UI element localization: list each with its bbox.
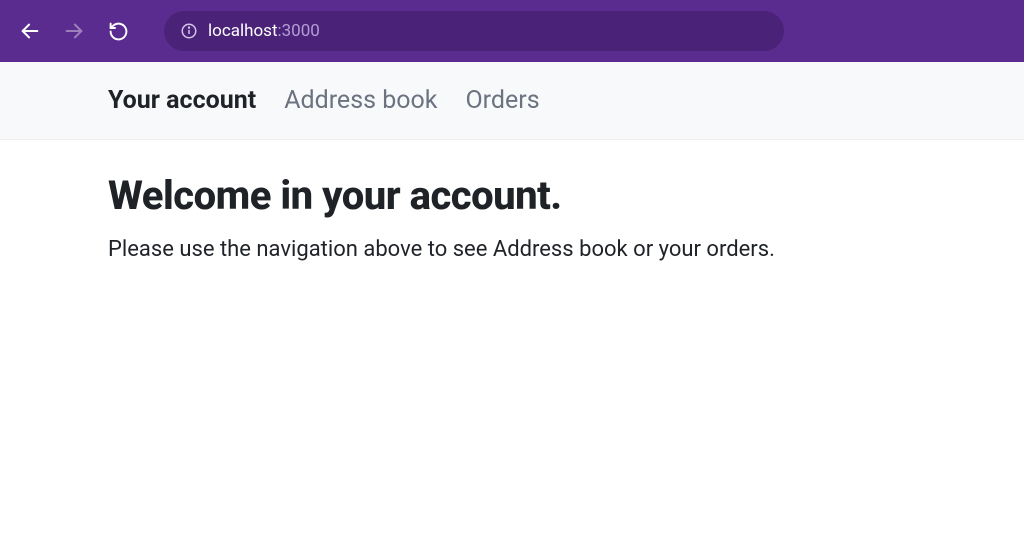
browser-toolbar: localhost:3000 <box>0 0 1024 62</box>
back-button[interactable] <box>16 17 44 45</box>
url-port: :3000 <box>278 21 320 41</box>
reload-icon <box>108 21 129 42</box>
arrow-left-icon <box>19 20 41 42</box>
page-subtitle: Please use the navigation above to see A… <box>108 237 1024 262</box>
reload-button[interactable] <box>104 17 132 45</box>
tab-your-account[interactable]: Your account <box>108 86 256 115</box>
tab-address-book[interactable]: Address book <box>284 86 437 115</box>
tab-orders[interactable]: Orders <box>465 86 539 115</box>
url-host: localhost <box>208 21 278 41</box>
info-icon <box>180 22 198 40</box>
site-info-button[interactable] <box>180 22 198 40</box>
nav-buttons <box>16 17 132 45</box>
forward-button[interactable] <box>60 17 88 45</box>
url-text: localhost:3000 <box>208 21 320 41</box>
arrow-right-icon <box>63 20 85 42</box>
address-bar[interactable]: localhost:3000 <box>164 11 784 51</box>
nav-tabs: Your account Address book Orders <box>0 86 1024 115</box>
page-header: Your account Address book Orders <box>0 62 1024 140</box>
main-content: Welcome in your account. Please use the … <box>0 140 1024 262</box>
page-title: Welcome in your account. <box>108 172 1024 219</box>
